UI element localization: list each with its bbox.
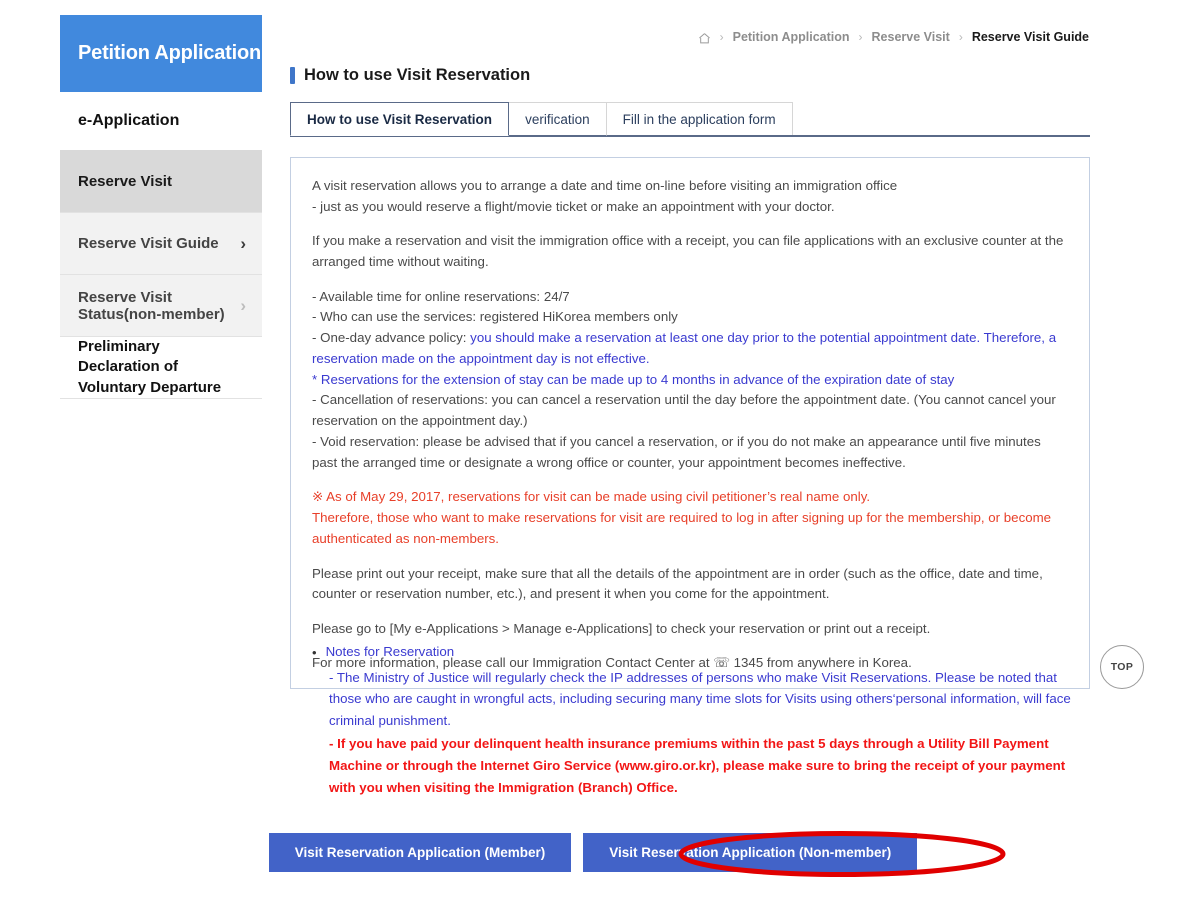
sidebar-section-e-application[interactable]: e-Application	[60, 92, 262, 150]
policy-oneday-prefix: - One-day advance policy:	[312, 330, 471, 346]
policy-void-reservation: - Void reservation: please be advised th…	[312, 433, 1041, 470]
sidebar: Petition Application e-Application Reser…	[60, 15, 262, 399]
policy-extension-of-stay: * Reservations for the extension of stay…	[312, 371, 955, 387]
tab-how-to-use-visit-reservation[interactable]: How to use Visit Reservation	[290, 102, 510, 136]
scroll-to-top-button[interactable]: TOP	[1100, 645, 1144, 689]
manage-applications-paragraph: Please go to [My e-Applications > Manage…	[312, 620, 931, 636]
tab-label: Fill in the application form	[622, 111, 776, 127]
policy-available-time: - Available time for online reservations…	[312, 288, 570, 304]
tab-bar: How to use Visit Reservation verificatio…	[290, 102, 1090, 137]
tab-bar-filler	[791, 102, 1090, 136]
notes-body-ip-monitoring: - The Ministry of Justice will regularly…	[329, 669, 1071, 728]
sidebar-item-label: Reserve Visit	[78, 172, 172, 190]
breadcrumb-item-petition-application[interactable]: Petition Application	[733, 30, 850, 44]
notes-section: • Notes for Reservation - The Ministry o…	[312, 644, 1072, 798]
sidebar-item-preliminary-declaration[interactable]: Preliminary Declaration of Voluntary Dep…	[60, 336, 262, 398]
breadcrumb-separator-icon: ›	[958, 30, 963, 44]
bullet-icon: •	[312, 645, 317, 660]
sidebar-header-title: Petition Application	[78, 42, 262, 64]
page-title: How to use Visit Reservation	[290, 66, 530, 85]
sidebar-divider	[60, 398, 262, 399]
breadcrumb-separator-icon: ›	[858, 30, 863, 44]
page-title-text: How to use Visit Reservation	[304, 66, 531, 84]
notes-heading-row: • Notes for Reservation	[312, 644, 1072, 663]
sidebar-item-label: Reserve Visit Guide	[78, 235, 219, 252]
print-receipt-paragraph: Please print out your receipt, make sure…	[312, 565, 1043, 602]
breadcrumb-separator-icon: ›	[719, 30, 724, 44]
chevron-right-icon: ›	[240, 234, 246, 253]
intro-paragraph: A visit reservation allows you to arrang…	[312, 176, 1068, 217]
notes-body-health-insurance: - If you have paid your delinquent healt…	[329, 736, 1066, 795]
sidebar-item-reserve-visit-status-nonmember[interactable]: Reserve Visit Status(non-member) ›	[60, 274, 262, 336]
policy-list: - Available time for online reservations…	[312, 287, 1068, 474]
intro-line-2: - just as you would reserve a flight/mov…	[312, 198, 835, 214]
tab-verification[interactable]: verification	[508, 102, 607, 136]
breadcrumb-item-reserve-visit[interactable]: Reserve Visit	[872, 30, 950, 44]
visit-reservation-nonmember-button[interactable]: Visit Reservation Application (Non-membe…	[583, 833, 918, 872]
home-icon[interactable]	[698, 32, 711, 45]
real-name-notice-line-1: ※ As of May 29, 2017, reservations for v…	[312, 489, 871, 505]
action-button-row: Visit Reservation Application (Member) V…	[0, 833, 1186, 872]
notes-heading-label: Notes for Reservation	[325, 644, 455, 659]
intro-line-1: A visit reservation allows you to arrang…	[312, 178, 898, 193]
policy-cancellation: - Cancellation of reservations: you can …	[312, 392, 1056, 429]
breadcrumb-item-current: Reserve Visit Guide	[971, 30, 1089, 44]
sidebar-header: Petition Application	[60, 15, 262, 92]
tab-fill-in-the-application-form[interactable]: Fill in the application form	[605, 102, 793, 136]
receipt-intro-paragraph: If you make a reservation and visit the …	[312, 233, 1064, 270]
sidebar-item-label: Preliminary Declaration of Voluntary Dep…	[78, 338, 222, 396]
sidebar-item-label: Reserve Visit Status(non-member)	[78, 288, 225, 323]
sidebar-item-reserve-visit-guide[interactable]: Reserve Visit Guide ›	[60, 212, 262, 274]
scroll-to-top-label: TOP	[1110, 661, 1134, 673]
tab-label: verification	[525, 111, 590, 127]
real-name-notice-line-2: Therefore, those who want to make reserv…	[312, 510, 1052, 546]
policy-who-can-use: - Who can use the services: registered H…	[312, 309, 678, 325]
tab-label: How to use Visit Reservation	[307, 111, 493, 127]
sidebar-item-reserve-visit[interactable]: Reserve Visit	[60, 150, 262, 212]
chevron-right-icon: ›	[240, 296, 246, 315]
breadcrumb: › Petition Application › Reserve Visit ›…	[698, 30, 1089, 44]
visit-reservation-member-button[interactable]: Visit Reservation Application (Member)	[268, 833, 572, 872]
title-accent-bar	[290, 67, 295, 84]
info-panel: A visit reservation allows you to arrang…	[290, 157, 1090, 690]
real-name-notice: ※ As of May 29, 2017, reservations for v…	[312, 487, 1068, 549]
